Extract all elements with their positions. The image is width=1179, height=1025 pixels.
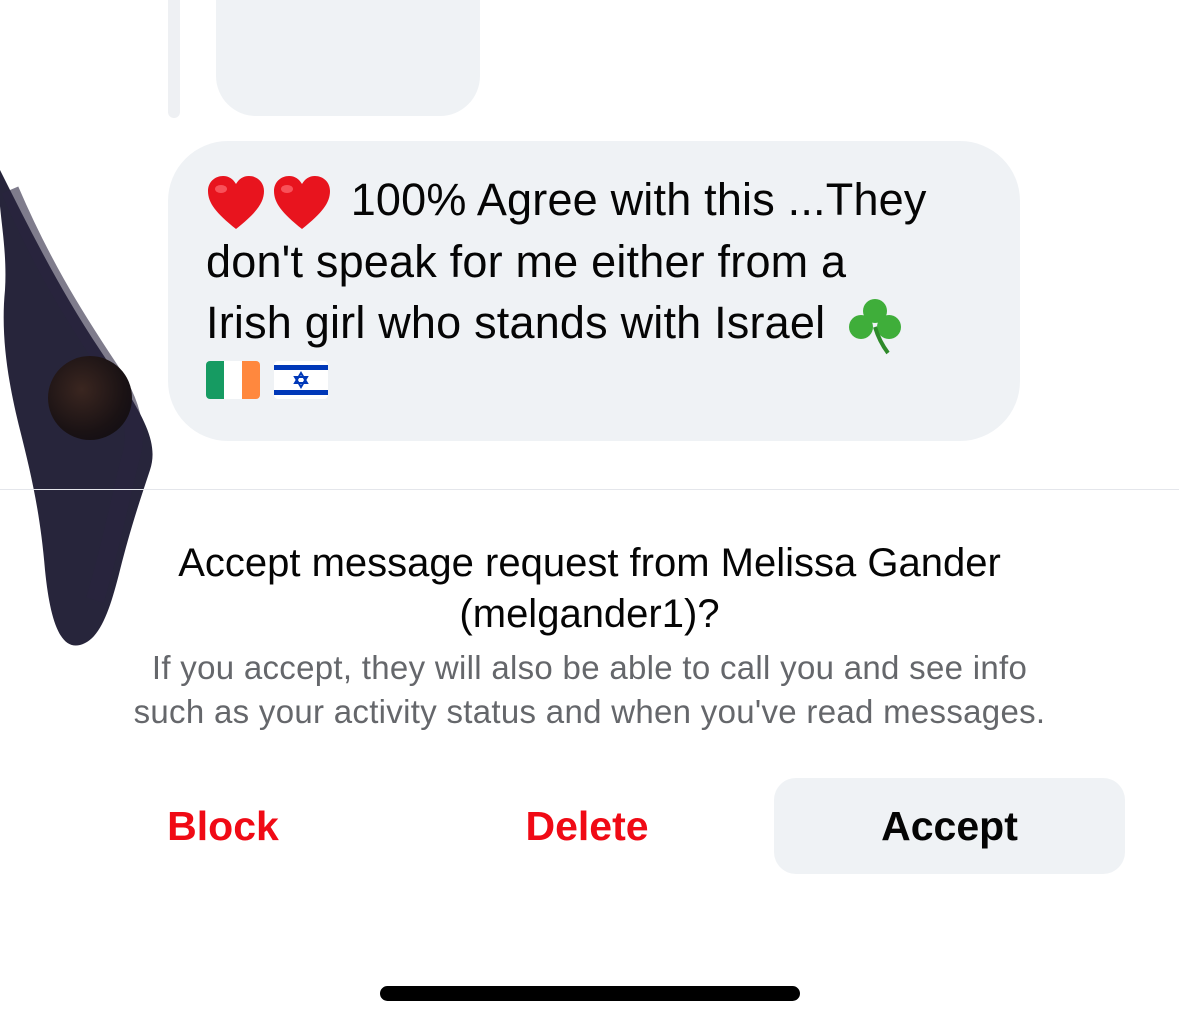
request-description: If you accept, they will also be able to… [40,646,1139,734]
message-line-1: 100% Agree with this ...They [206,169,980,231]
delete-button[interactable]: Delete [424,778,750,874]
flag-row [206,361,980,417]
request-title-line-2: (melgander1)? [459,592,720,636]
heart-icon [208,176,264,230]
request-title-line-1: Accept message request from Melissa Gand… [178,541,1001,585]
heart-icon [274,176,330,230]
ireland-flag-icon [206,361,260,400]
message-line-3: Irish girl who stands with Israel [206,292,980,355]
request-description-line-2: such as your activity status and when yo… [133,693,1046,730]
message-line-3-text: Irish girl who stands with Israel [206,297,826,349]
divider [0,489,1179,490]
message-line-1-text: 100% Agree with this ...They [350,174,927,225]
home-indicator[interactable] [380,986,800,1001]
accept-button[interactable]: Accept [774,778,1125,874]
message-text: 100% Agree with this ...They don't speak… [206,169,980,355]
message-bubble[interactable]: 100% Agree with this ...They don't speak… [168,141,1020,441]
reply-thread-line [168,0,180,118]
message-request-screen: 100% Agree with this ...They don't speak… [0,0,1179,1025]
request-title: Accept message request from Melissa Gand… [60,538,1119,640]
message-line-2: don't speak for me either from a [206,236,847,288]
israel-flag-icon [274,361,328,400]
request-description-line-1: If you accept, they will also be able to… [151,649,1028,686]
previous-message-bubble[interactable] [216,0,480,116]
block-button[interactable]: Block [60,778,386,874]
sender-avatar[interactable] [48,356,132,440]
shamrock-icon [849,299,902,355]
